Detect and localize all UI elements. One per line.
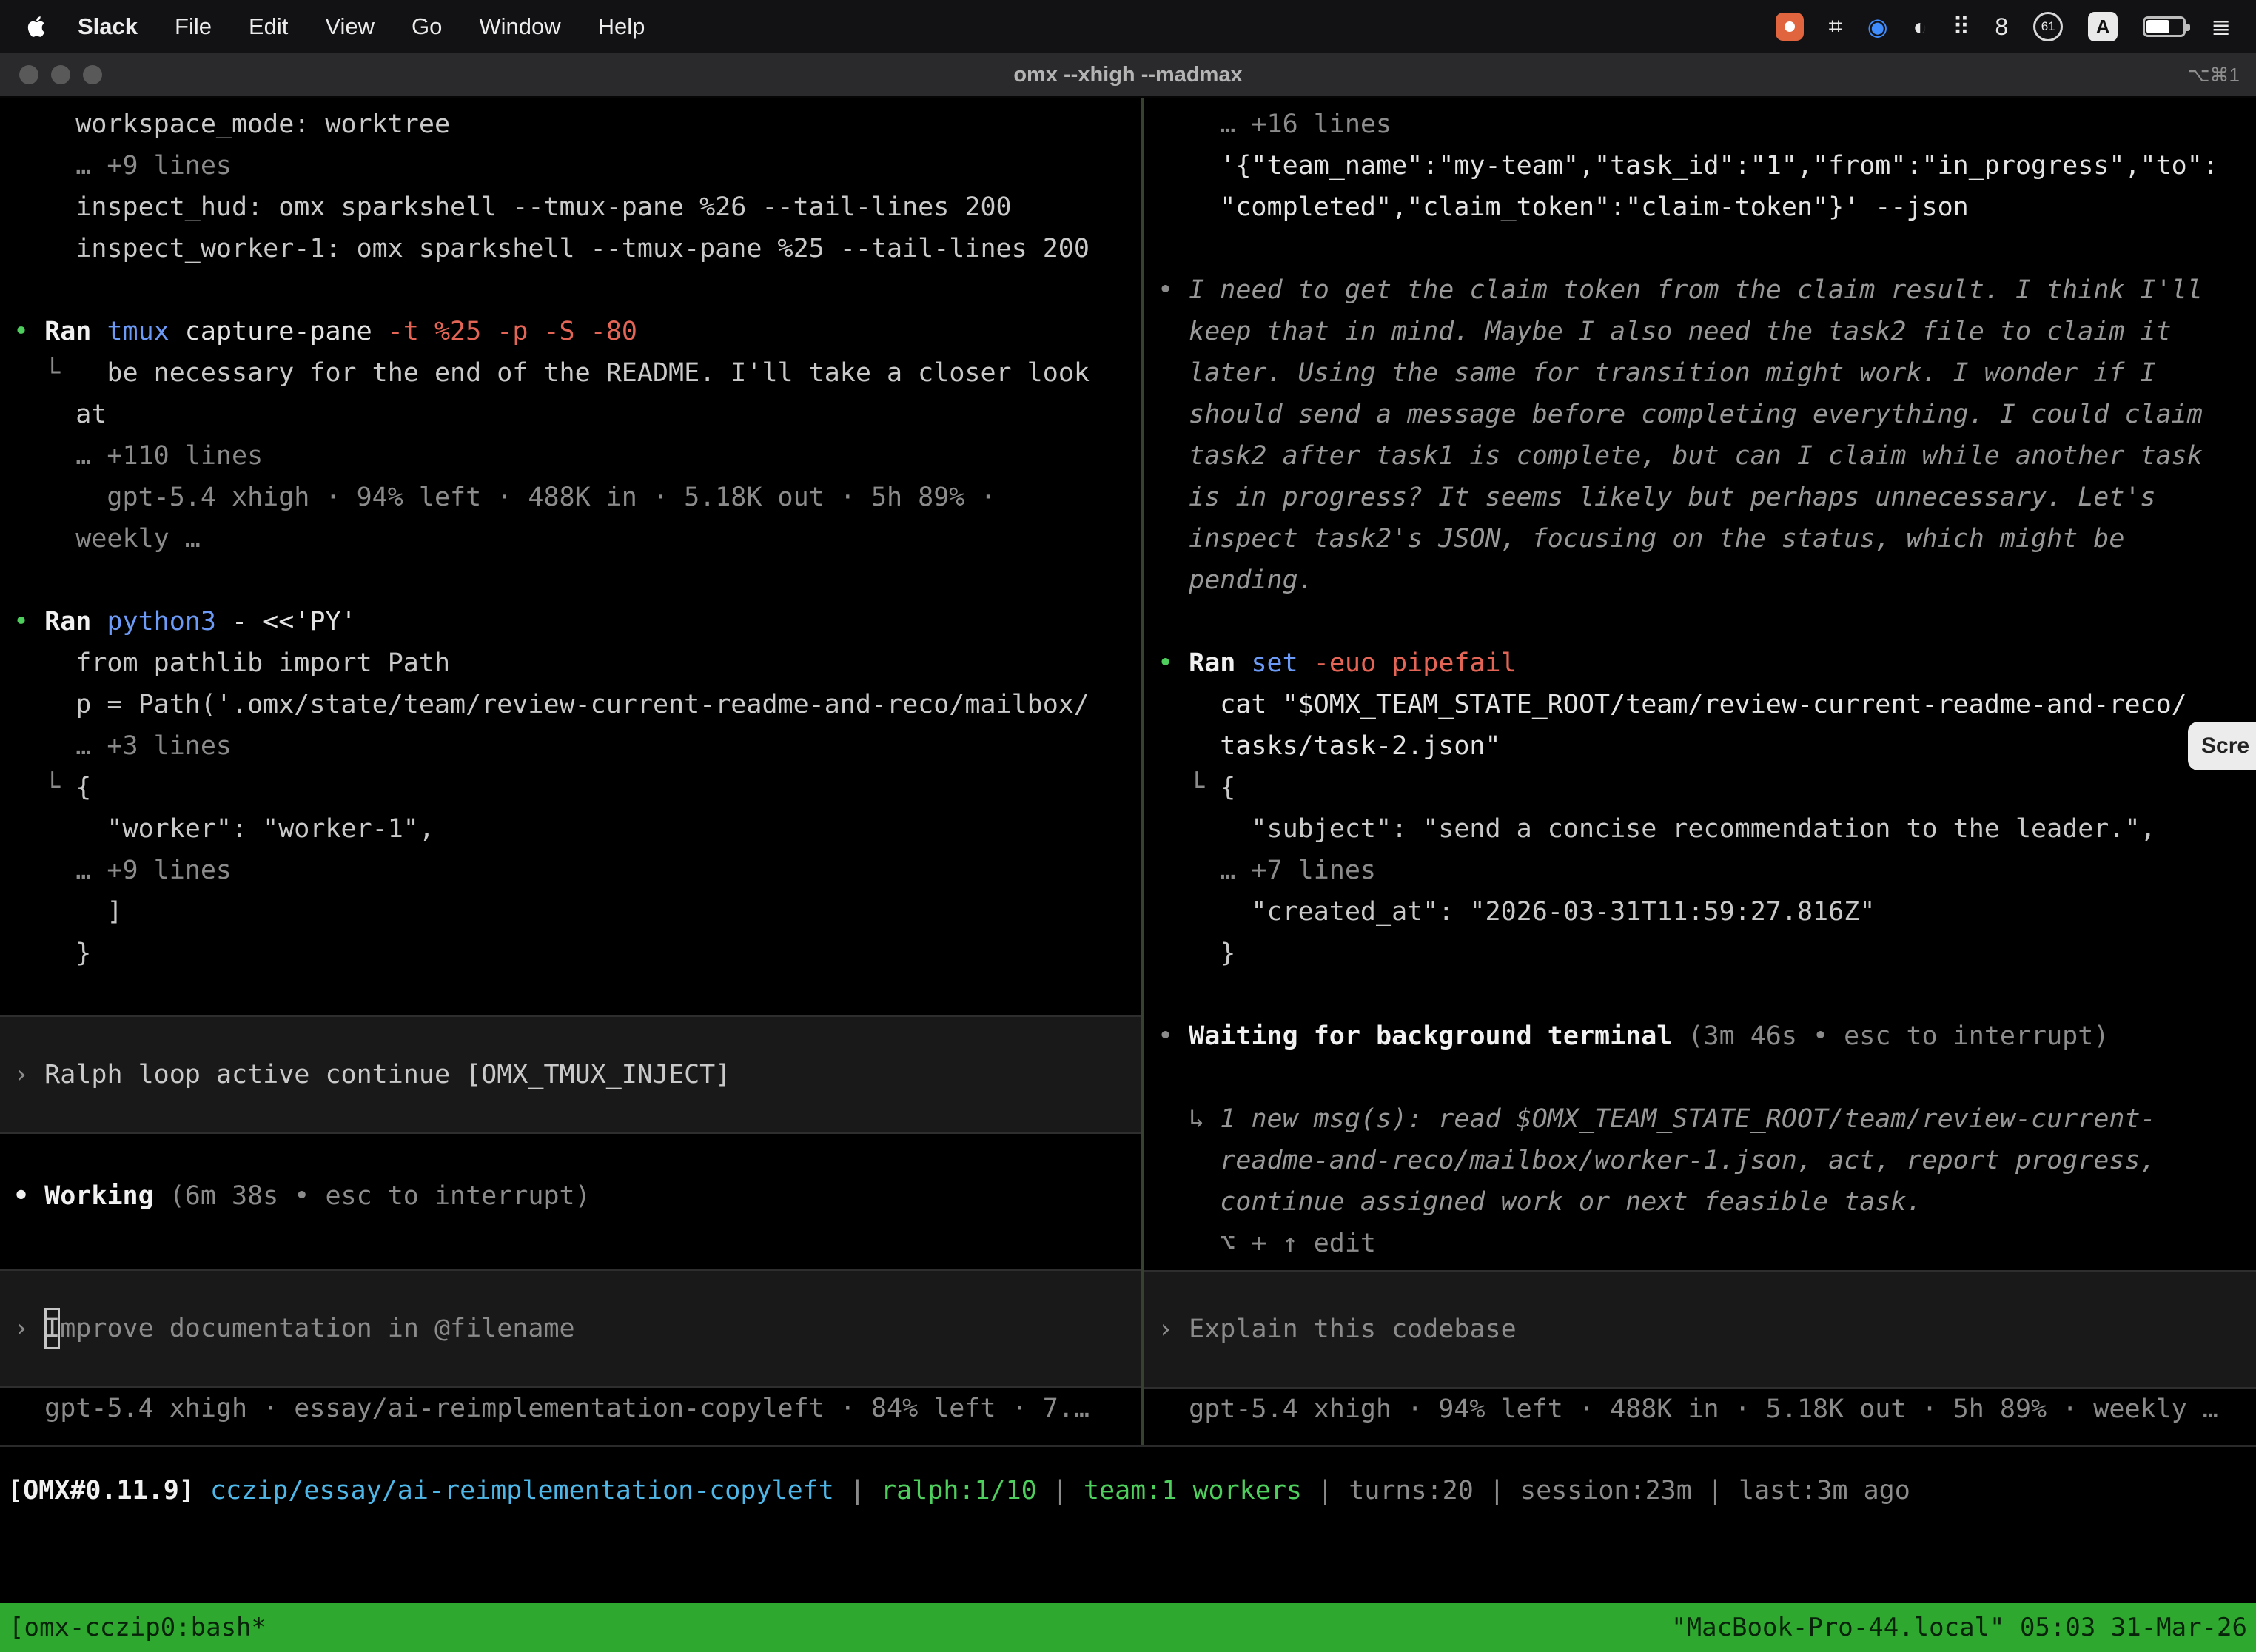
menu-bar-status-icons: ⌗ ◉ ◐ ⠿ 8 61 A ≣ [1776, 12, 2231, 41]
terminal-line: └ be necessary for the end of the README… [13, 352, 1141, 394]
terminal-line: ↳ 1 new msg(s): read $OMX_TEAM_STATE_ROO… [1158, 1098, 2256, 1140]
terminal-line: should send a message before completing … [1158, 394, 2256, 435]
omx-status-line: [OMX#0.11.9] cczip/essay/ai-reimplementa… [7, 1470, 2256, 1511]
terminal-line: readme-and-reco/mailbox/worker-1.json, a… [1158, 1140, 2256, 1181]
terminal-line: • Waiting for background terminal (3m 46… [1158, 1015, 2256, 1057]
terminal-line: later. Using the same for transition mig… [1158, 352, 2256, 394]
percent-badge-icon[interactable]: 61 [2033, 12, 2063, 41]
terminal-line [1158, 601, 2256, 642]
menu-item-edit[interactable]: Edit [230, 13, 306, 40]
terminal-line: └ { [1158, 767, 2256, 808]
terminal-left-pane[interactable]: workspace_mode: worktree … +9 lines insp… [0, 98, 1141, 1429]
screen-recording-indicator[interactable] [1776, 13, 1804, 41]
terminal-line: tasks/task-2.json" [1158, 725, 2256, 767]
window-title: omx --xhigh --madmax [0, 63, 2256, 87]
terminal-line: … +9 lines [13, 145, 1141, 187]
hud-divider [0, 1446, 2256, 1447]
terminal-line [1158, 1057, 2256, 1098]
battery-icon[interactable] [2143, 16, 2186, 37]
terminal-line: … +16 lines [1158, 104, 2256, 145]
terminal-line: at [13, 394, 1141, 435]
terminal-line: • Ran set -euo pipefail [1158, 642, 2256, 684]
terminal-line: "created_at": "2026-03-31T11:59:27.816Z" [1158, 891, 2256, 933]
prompt-input-box[interactable]: › Ralph loop active continue [OMX_TMUX_I… [0, 1015, 1141, 1134]
terminal-line: continue assigned work or next feasible … [1158, 1181, 2256, 1223]
macos-menu-bar: Slack FileEditViewGoWindowHelp ⌗ ◉ ◐ ⠿ 8 61 A ≣ [0, 0, 2256, 53]
tmux-status-bar: [omx-cczip0:bash* "MacBook-Pro-44.local"… [0, 1603, 2256, 1652]
terminal-line: } [13, 933, 1141, 974]
window-controls [0, 65, 102, 84]
terminal-line: task2 after task1 is complete, but can I… [1158, 435, 2256, 477]
terminal-line: ⌥ + ↑ edit [1158, 1223, 2256, 1264]
screen-share-notice[interactable]: Scre [2188, 722, 2256, 770]
dots-grid-icon[interactable]: ⠿ [1953, 13, 1970, 41]
terminal-line: inspect task2's JSON, focusing on the st… [1158, 518, 2256, 560]
prompt-input-box[interactable]: › Explain this codebase [1144, 1270, 2256, 1389]
terminal-line [13, 560, 1141, 601]
terminal-line: • Working (6m 38s • esc to interrupt) [13, 1175, 1141, 1217]
terminal-line: gpt-5.4 xhigh · 94% left · 488K in · 5.1… [13, 477, 1141, 518]
prompt-input-box[interactable]: › Improve documentation in @filename [0, 1269, 1141, 1388]
terminal-line: • Ran tmux capture-pane -t %25 -p -S -80 [13, 311, 1141, 352]
terminal-line: keep that in mind. Maybe I also need the… [1158, 311, 2256, 352]
terminal-line: is in progress? It seems likely but perh… [1158, 477, 2256, 518]
window-minimize-button[interactable] [51, 65, 70, 84]
terminal-window: workspace_mode: worktree … +9 lines insp… [0, 98, 2256, 1652]
tmux-host-clock: "MacBook-Pro-44.local" 05:03 31-Mar-26 [1671, 1613, 2247, 1642]
terminal-line: inspect_hud: omx sparkshell --tmux-pane … [13, 187, 1141, 228]
terminal-line: '{"team_name":"my-team","task_id":"1","f… [1158, 145, 2256, 187]
terminal-line: • I need to get the claim token from the… [1158, 269, 2256, 311]
terminal-line: … +3 lines [13, 725, 1141, 767]
app-icon-blue[interactable]: ◉ [1867, 13, 1888, 41]
terminal-line: "subject": "send a concise recommendatio… [1158, 808, 2256, 850]
terminal-right-pane[interactable]: … +16 lines '{"team_name":"my-team","tas… [1144, 98, 2256, 1430]
terminal-line: cat "$OMX_TEAM_STATE_ROOT/team/review-cu… [1158, 684, 2256, 725]
terminal-line [13, 1134, 1141, 1175]
menu-item-view[interactable]: View [306, 13, 393, 40]
app-icon-dark[interactable]: ◐ [1913, 13, 1927, 41]
terminal-line: inspect_worker-1: omx sparkshell --tmux-… [13, 228, 1141, 269]
terminal-line: weekly … [13, 518, 1141, 560]
menu-item-go[interactable]: Go [393, 13, 460, 40]
terminal-line [1158, 228, 2256, 269]
terminal-line: ] [13, 891, 1141, 933]
terminal-line: p = Path('.omx/state/team/review-current… [13, 684, 1141, 725]
figure-eight-icon[interactable]: 8 [1995, 13, 2008, 41]
terminal-line: } [1158, 933, 2256, 974]
terminal-line [1158, 974, 2256, 1015]
terminal-line [13, 974, 1141, 1015]
menu-item-window[interactable]: Window [460, 13, 579, 40]
menu-item-file[interactable]: File [156, 13, 230, 40]
terminal-line: gpt-5.4 xhigh · 94% left · 488K in · 5.1… [1158, 1389, 2256, 1430]
terminal-line: "completed","claim_token":"claim-token"}… [1158, 187, 2256, 228]
window-zoom-button[interactable] [83, 65, 102, 84]
tmux-session-label: [omx-cczip0:bash* [9, 1613, 266, 1642]
terminal-line: … +7 lines [1158, 850, 2256, 891]
terminal-line: from pathlib import Path [13, 642, 1141, 684]
terminal-line: └ { [13, 767, 1141, 808]
terminal-line: … +9 lines [13, 850, 1141, 891]
menu-lines-icon[interactable]: ≣ [2211, 13, 2231, 41]
apple-icon[interactable] [25, 15, 49, 38]
terminal-line: "worker": "worker-1", [13, 808, 1141, 850]
terminal-line [13, 269, 1141, 311]
menu-item-help[interactable]: Help [580, 13, 664, 40]
terminal-line: pending. [1158, 560, 2256, 601]
input-source-icon[interactable]: A [2088, 12, 2118, 41]
terminal-line: • Ran python3 - <<'PY' [13, 601, 1141, 642]
terminal-line: workspace_mode: worktree [13, 104, 1141, 145]
terminal-line: … +110 lines [13, 435, 1141, 477]
window-shortcut-hint: ⌥⌘1 [2188, 64, 2240, 87]
window-title-bar: omx --xhigh --madmax ⌥⌘1 [0, 53, 2256, 98]
window-close-button[interactable] [19, 65, 38, 84]
terminal-line: gpt-5.4 xhigh · essay/ai-reimplementatio… [13, 1388, 1141, 1429]
display-grid-icon[interactable]: ⌗ [1829, 13, 1842, 41]
menu-app-name[interactable]: Slack [59, 13, 156, 40]
